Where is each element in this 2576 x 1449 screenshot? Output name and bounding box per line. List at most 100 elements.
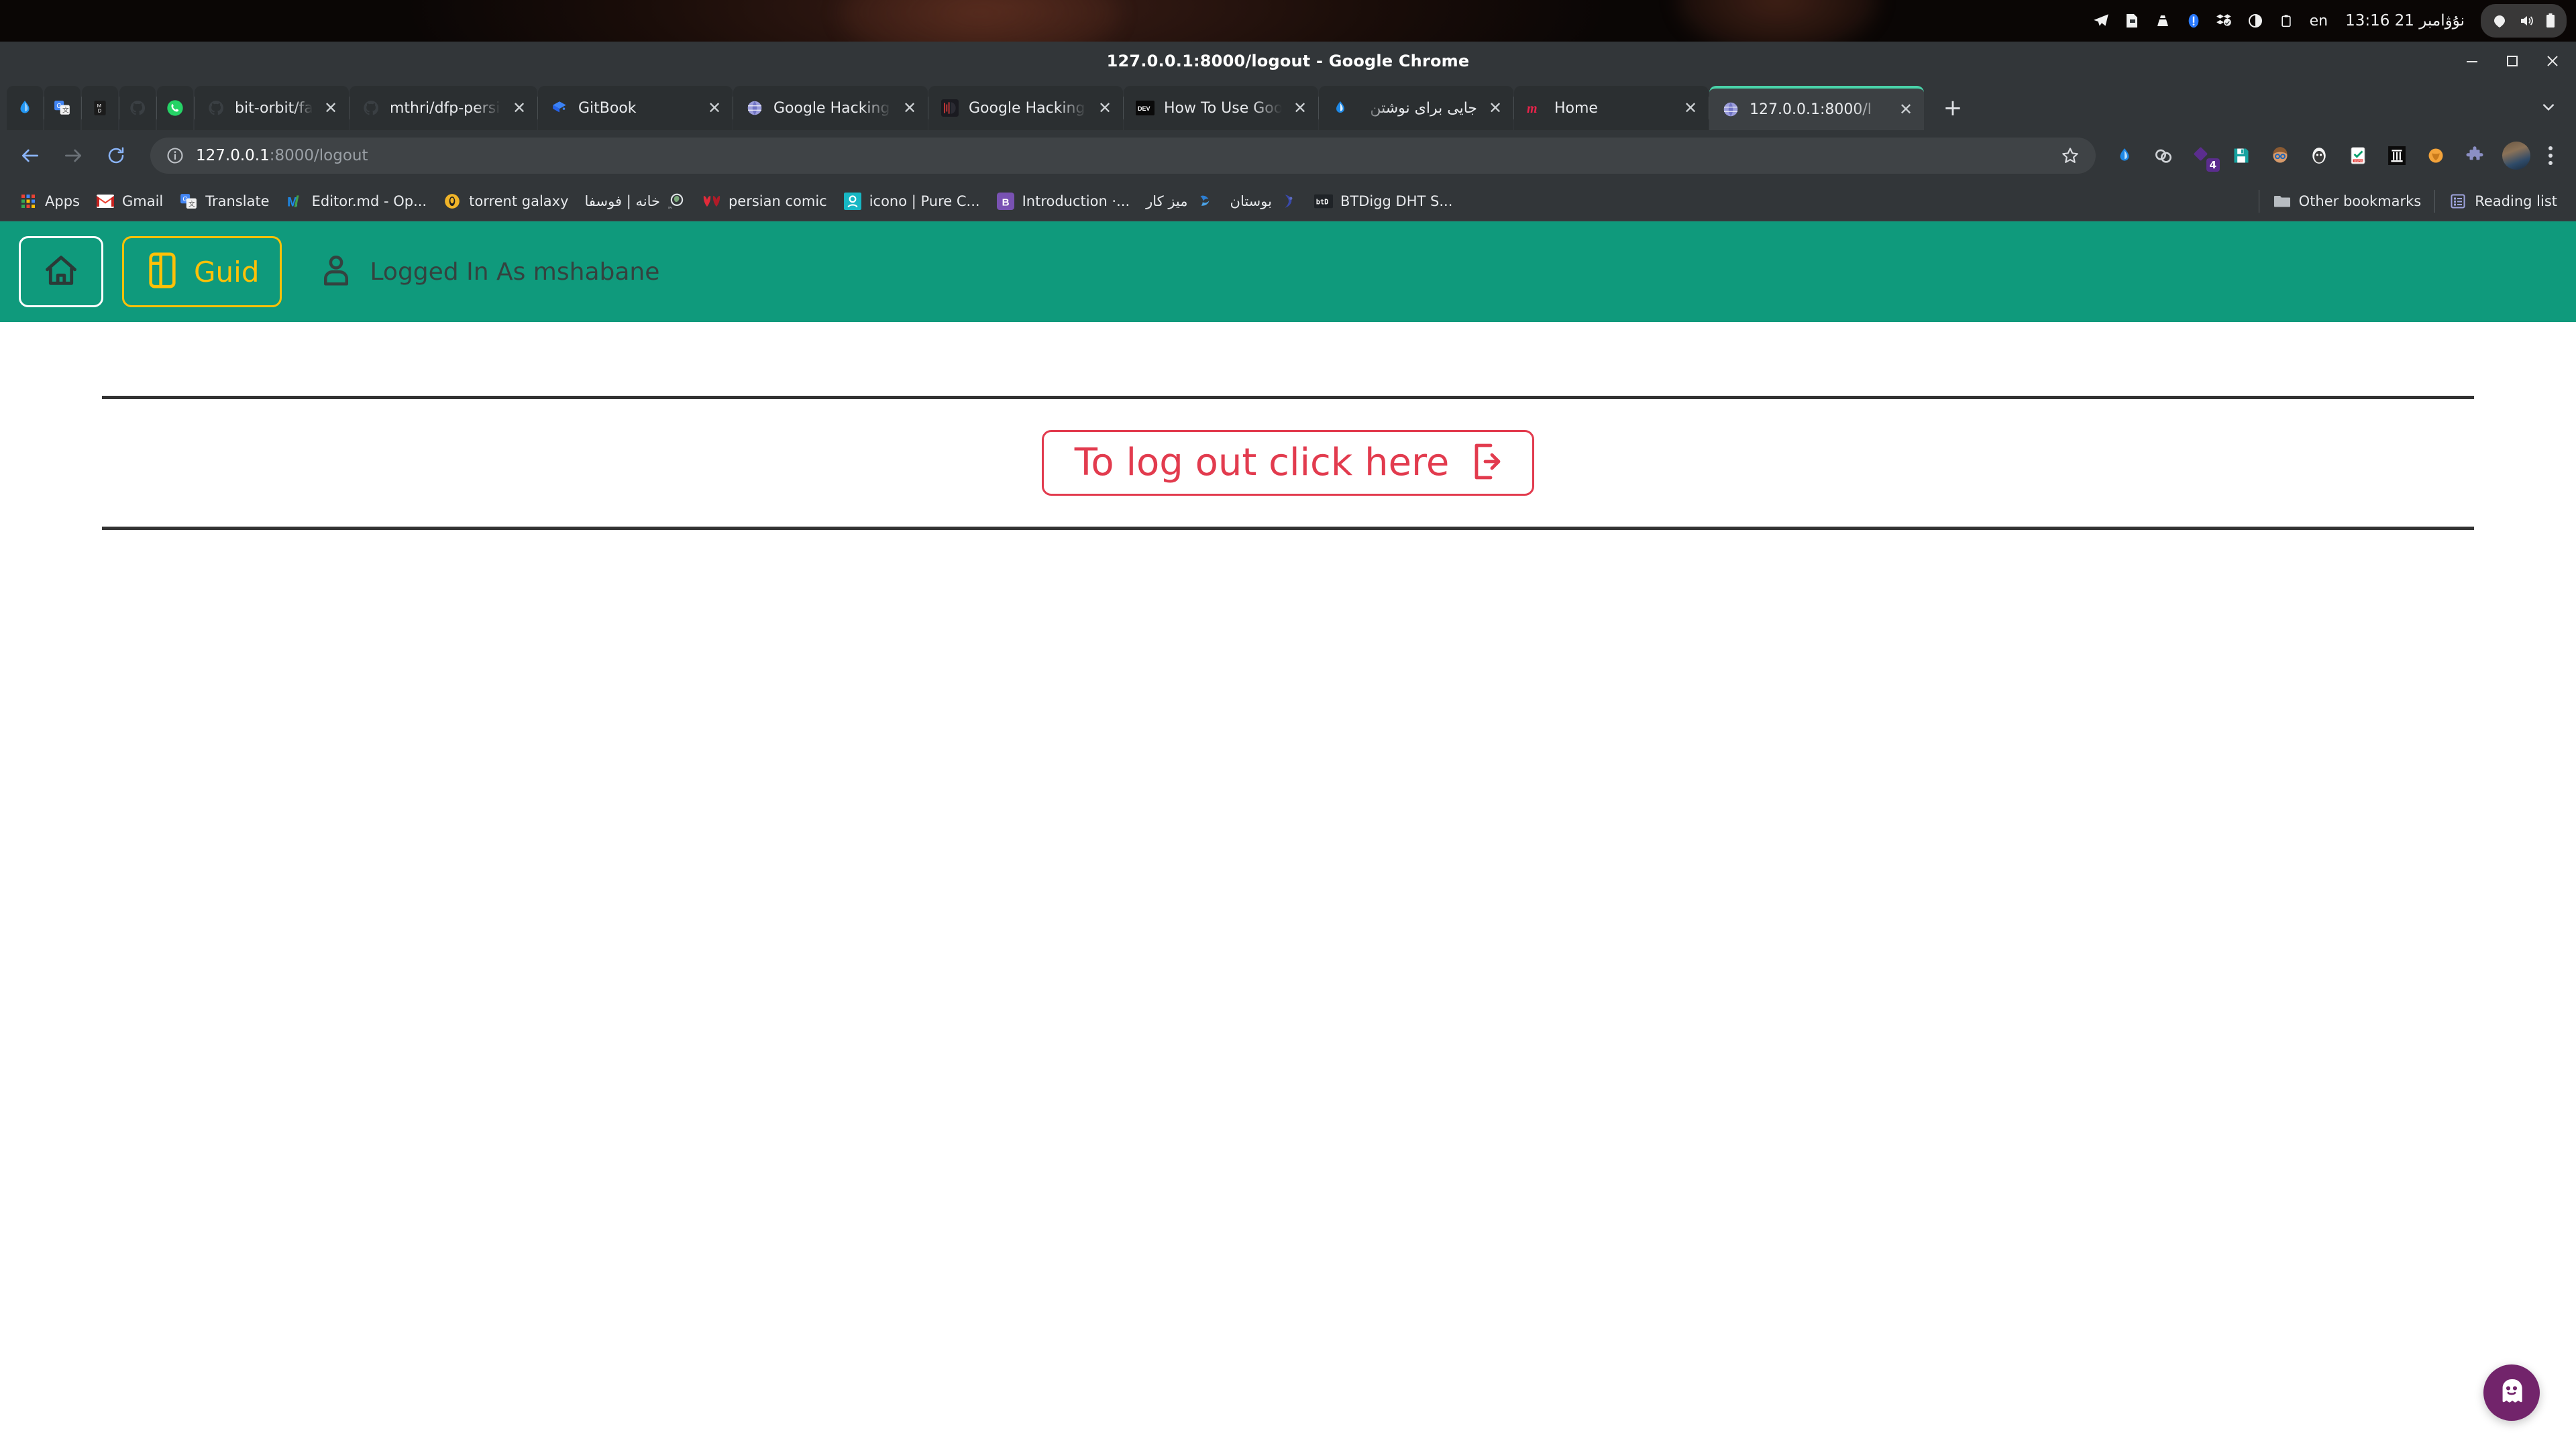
tab-search-button[interactable] bbox=[2534, 93, 2563, 121]
vlc-icon[interactable] bbox=[2147, 6, 2178, 36]
reading-list-label: Reading list bbox=[2475, 193, 2557, 209]
bookmark-label: Translate bbox=[205, 193, 269, 209]
address-bar[interactable]: 127.0.0.1:8000/logout bbox=[150, 138, 2096, 174]
google-translate-icon: G文 bbox=[179, 192, 198, 211]
tab-close-button[interactable]: ✕ bbox=[1093, 97, 1116, 119]
torrentgalaxy-icon bbox=[443, 192, 462, 211]
reload-button[interactable] bbox=[98, 138, 134, 174]
dropbox-icon[interactable] bbox=[2209, 6, 2240, 36]
tab-close-button[interactable]: ✕ bbox=[1679, 97, 1702, 119]
maximize-button[interactable] bbox=[2504, 52, 2521, 70]
browser-toolbar: 127.0.0.1:8000/logout 4 TEMPMAIL bbox=[0, 130, 2576, 181]
reading-list-button[interactable]: Reading list bbox=[2440, 186, 2565, 216]
bookmark-label: خانه | فوسفا bbox=[585, 193, 660, 209]
clipboard-icon[interactable] bbox=[2271, 6, 2302, 36]
site-info-icon[interactable] bbox=[164, 144, 186, 167]
exploitdb-icon bbox=[941, 99, 959, 117]
tab-how-to-use-google[interactable]: DEV How To Use Goo ✕ bbox=[1124, 86, 1318, 130]
extensions-puzzle-icon[interactable] bbox=[2460, 141, 2489, 170]
tab-close-button[interactable]: ✕ bbox=[703, 97, 726, 119]
chrome-menu-button[interactable] bbox=[2537, 141, 2564, 170]
tab-close-button[interactable]: ✕ bbox=[1484, 97, 1507, 119]
mizkar-icon bbox=[1195, 192, 1214, 211]
keyboard-layout-indicator[interactable]: en bbox=[2302, 13, 2336, 30]
user-status-label: Logged In As mshabane bbox=[370, 258, 660, 286]
pinned-tab-editor-md[interactable]: MD bbox=[82, 86, 118, 130]
bookmark-icono[interactable]: icono | Pure C... bbox=[835, 186, 988, 216]
tab-close-button[interactable]: ✕ bbox=[1289, 97, 1311, 119]
logout-button[interactable]: To log out click here bbox=[1042, 430, 1535, 496]
bookmark-label: بوستان bbox=[1230, 193, 1272, 209]
bookmark-mizkar[interactable]: میز کار bbox=[1138, 186, 1222, 216]
bookmark-gmail[interactable]: Gmail bbox=[88, 186, 171, 216]
extension-dark-oval[interactable] bbox=[2304, 141, 2334, 170]
bookmark-translate[interactable]: G文 Translate bbox=[171, 186, 277, 216]
tab-close-button[interactable]: ✕ bbox=[319, 97, 342, 119]
tab-gitbook[interactable]: GitBook ✕ bbox=[538, 86, 733, 130]
svg-text:FOSSFA: FOSSFA bbox=[668, 205, 672, 209]
window-title: 127.0.0.1:8000/logout - Google Chrome bbox=[1107, 52, 1470, 70]
tab-medium-home[interactable]: m Home ✕ bbox=[1514, 86, 1709, 130]
bootstrap-icon: B bbox=[996, 192, 1015, 211]
tab-virgool-write[interactable]: جایی برای نوشتن ✕ bbox=[1319, 86, 1513, 130]
telegram-icon[interactable] bbox=[2086, 6, 2116, 36]
extension-gears[interactable] bbox=[2149, 141, 2178, 170]
address-bar-text: 127.0.0.1:8000/logout bbox=[196, 147, 368, 164]
icono-icon bbox=[843, 192, 862, 211]
extension-save-page[interactable] bbox=[2226, 141, 2256, 170]
boostan-icon bbox=[1279, 192, 1298, 211]
minimize-button[interactable] bbox=[2463, 52, 2481, 70]
bookmark-bootstrap-introduction[interactable]: B Introduction ·... bbox=[988, 186, 1138, 216]
tab-title: GitBook bbox=[578, 100, 696, 117]
tab-bit-orbit[interactable]: bit-orbit/fa.doc.r ✕ bbox=[195, 86, 349, 130]
folder-icon bbox=[2273, 192, 2292, 211]
pinned-tab-google-translate[interactable]: G文 bbox=[44, 86, 80, 130]
tab-mthri-dfp-persian[interactable]: mthri/dfp-persia ✕ bbox=[350, 86, 537, 130]
home-button[interactable] bbox=[19, 236, 103, 307]
other-bookmarks-folder[interactable]: Other bookmarks bbox=[2265, 186, 2430, 216]
bookmark-label: torrent galaxy bbox=[469, 193, 568, 209]
bookmark-label: BTDigg DHT S... bbox=[1340, 193, 1452, 209]
tab-google-hacking-2[interactable]: Google Hacking: ✕ bbox=[928, 86, 1123, 130]
bookmark-fossfa[interactable]: FOSSFA خانه | فوسفا bbox=[577, 186, 694, 216]
bookmarks-bar: Apps Gmail G文 Translate M Editor.md - Op… bbox=[0, 181, 2576, 221]
bookmark-btdigg[interactable]: btD BTDigg DHT S... bbox=[1306, 186, 1460, 216]
svg-text:文: 文 bbox=[189, 199, 195, 208]
bookmark-apps[interactable]: Apps bbox=[11, 186, 88, 216]
new-tab-button[interactable]: + bbox=[1934, 89, 1972, 127]
tab-close-button[interactable]: ✕ bbox=[1894, 98, 1917, 121]
tab-close-button[interactable]: ✕ bbox=[898, 97, 921, 119]
tab-localhost-logout[interactable]: 127.0.0.1:8000/l ✕ bbox=[1709, 86, 1924, 130]
dev-icon: DEV bbox=[1136, 99, 1155, 117]
extension-tempmail[interactable]: TEMPMAIL bbox=[2343, 141, 2373, 170]
tab-title: Google Hacking bbox=[773, 100, 892, 117]
svg-text:DEV: DEV bbox=[1138, 105, 1150, 112]
bookmark-torrent-galaxy[interactable]: torrent galaxy bbox=[435, 186, 576, 216]
guid-button[interactable]: Guid bbox=[122, 236, 282, 307]
pinned-tab-whatsapp[interactable] bbox=[157, 86, 193, 130]
bookmark-label: میز کار bbox=[1146, 193, 1187, 209]
tab-google-hacking-1[interactable]: Google Hacking ✕ bbox=[733, 86, 928, 130]
close-button[interactable] bbox=[2544, 52, 2561, 70]
brightness-icon[interactable] bbox=[2240, 6, 2271, 36]
extension-column[interactable] bbox=[2382, 141, 2412, 170]
bookmark-persian-comic[interactable]: persian comic bbox=[694, 186, 835, 216]
update-info-icon[interactable] bbox=[2178, 6, 2209, 36]
screenshot-icon[interactable] bbox=[2116, 6, 2147, 36]
extension-virgool[interactable] bbox=[2110, 141, 2139, 170]
tray-status-group[interactable] bbox=[2481, 4, 2567, 38]
bookmark-star-icon[interactable] bbox=[2058, 144, 2082, 168]
extension-orange-circle[interactable] bbox=[2421, 141, 2451, 170]
extension-purple-diamond[interactable]: 4 bbox=[2188, 141, 2217, 170]
ghostery-button[interactable] bbox=[2483, 1364, 2540, 1421]
tab-close-button[interactable]: ✕ bbox=[508, 97, 531, 119]
profile-avatar[interactable] bbox=[2502, 142, 2530, 170]
pinned-tab-github[interactable] bbox=[119, 86, 156, 130]
pinned-tab-virgool[interactable] bbox=[7, 86, 43, 130]
bookmark-boostan[interactable]: بوستان bbox=[1222, 186, 1306, 216]
page-viewport: Guid Logged In As mshabane To log out cl… bbox=[0, 221, 2576, 1449]
bookmark-editor-md[interactable]: M Editor.md - Op... bbox=[278, 186, 435, 216]
extension-avatar-glasses[interactable] bbox=[2265, 141, 2295, 170]
back-button[interactable] bbox=[12, 138, 48, 174]
clock-datetime[interactable]: نۇۋامبر 21 13:16 bbox=[2336, 12, 2474, 30]
